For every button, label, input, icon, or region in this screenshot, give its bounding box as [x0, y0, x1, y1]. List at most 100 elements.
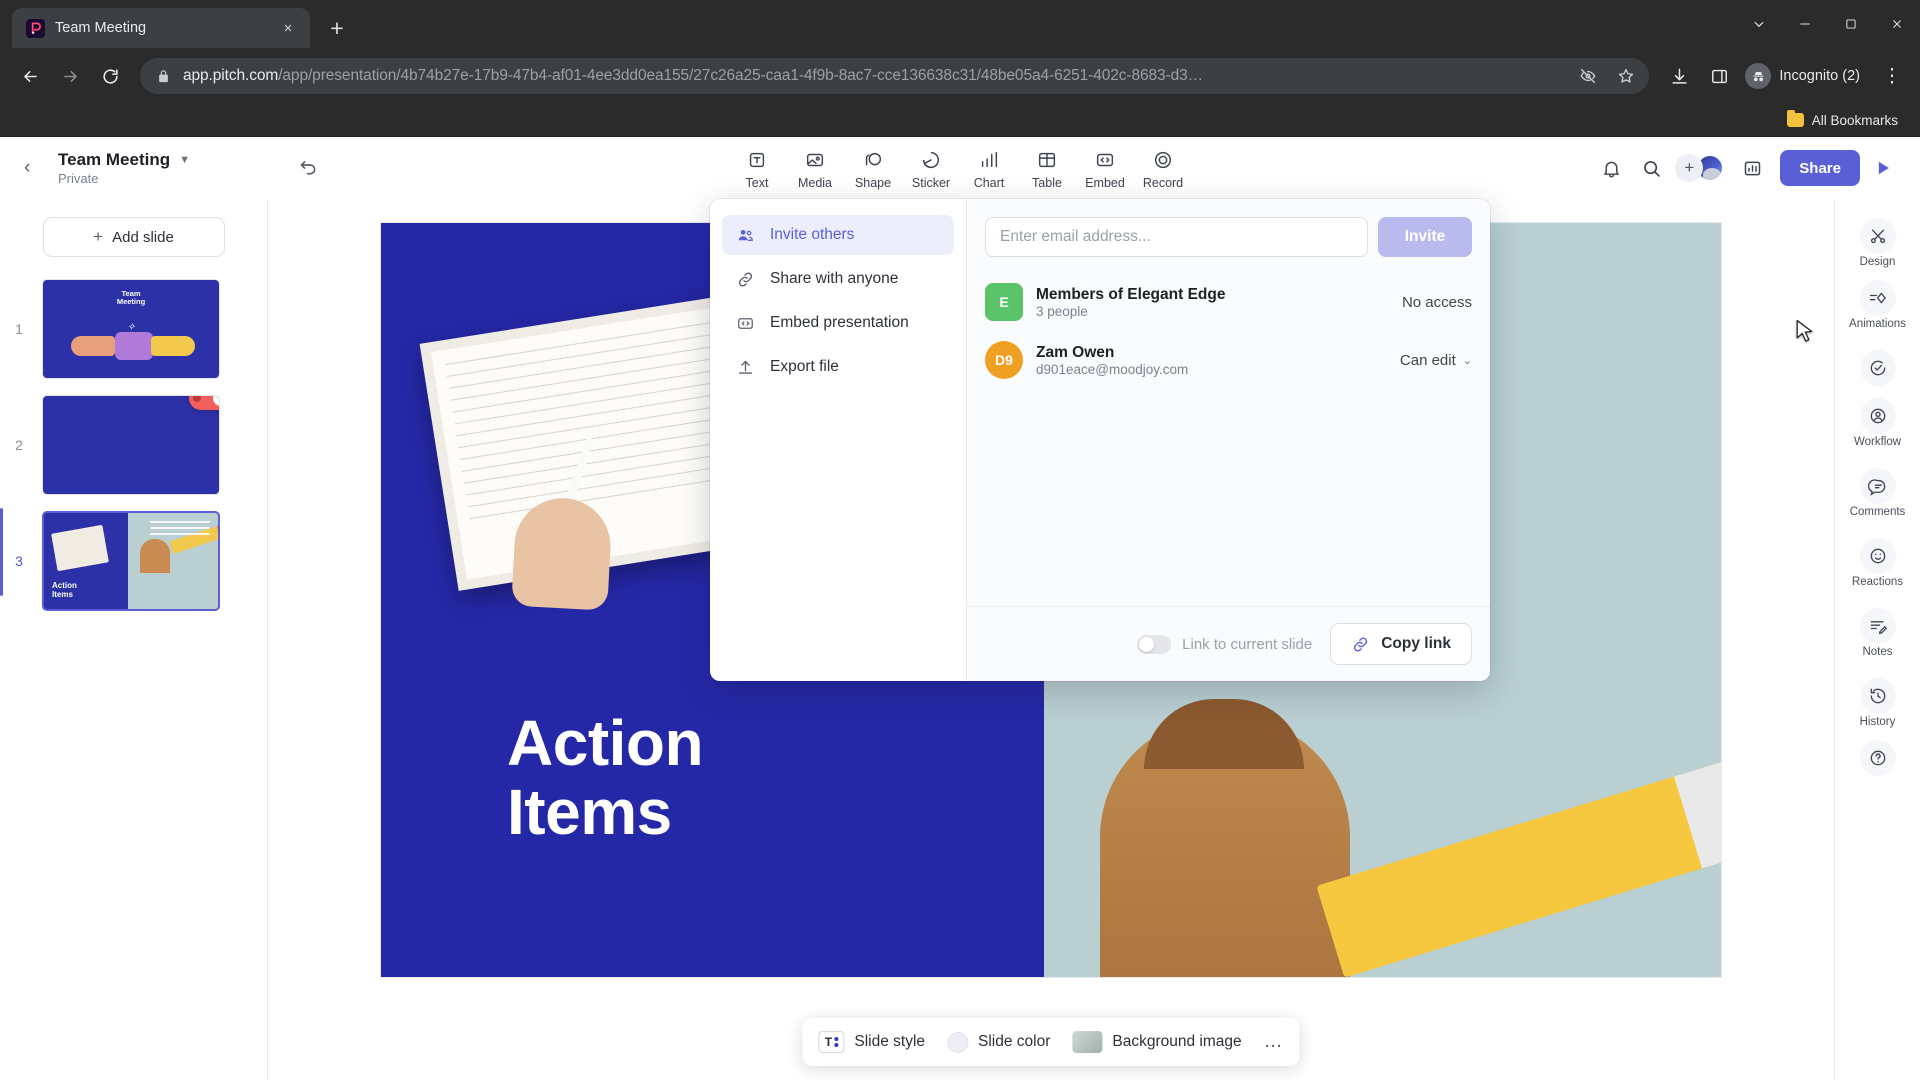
- share-menu-label: Export file: [770, 358, 839, 375]
- rail-item-workflow[interactable]: [1840, 345, 1916, 391]
- forward-arrow-icon[interactable]: [52, 58, 88, 94]
- rail-label: Comments: [1849, 506, 1906, 518]
- chevron-down-icon[interactable]: [1736, 0, 1782, 48]
- background-image-button[interactable]: Background image: [1072, 1031, 1242, 1053]
- play-icon[interactable]: [1864, 150, 1902, 186]
- slide-thumbnail-1[interactable]: 1 Team Meeting ✧: [6, 279, 267, 379]
- rail-item-reactions[interactable]: Reactions: [1840, 533, 1916, 593]
- rail-item-animations[interactable]: Animations: [1840, 275, 1916, 335]
- deck-title-row[interactable]: Team Meeting ▼: [58, 150, 190, 170]
- access-control[interactable]: Can edit ⌄: [1400, 352, 1472, 369]
- search-icon[interactable]: [1633, 150, 1669, 186]
- chevron-down-icon[interactable]: ▼: [179, 154, 190, 166]
- maximize-icon[interactable]: [1828, 0, 1874, 48]
- eye-slash-icon[interactable]: [1575, 63, 1601, 89]
- side-panel-icon[interactable]: [1701, 58, 1737, 94]
- slide-style-button[interactable]: T Slide style: [818, 1031, 925, 1053]
- rail-item-comments[interactable]: Comments: [1840, 463, 1916, 523]
- slide-number: 2: [15, 437, 23, 453]
- person-photo: [1100, 699, 1351, 977]
- share-menu-item-export-file[interactable]: Export file: [722, 347, 954, 387]
- list-item[interactable]: D9 Zam Owen d901eace@moodjoy.com Can edi…: [985, 331, 1472, 389]
- header-left: ‹ Team Meeting ▼ Private: [0, 150, 272, 186]
- access-control[interactable]: No access: [1402, 294, 1472, 311]
- share-menu-item-embed-presentation[interactable]: Embed presentation: [722, 303, 954, 343]
- lock-icon: [156, 69, 171, 84]
- copy-link-button[interactable]: Copy link: [1330, 623, 1472, 665]
- new-tab-button[interactable]: +: [320, 11, 354, 45]
- table-icon: [1035, 148, 1059, 172]
- close-icon[interactable]: ×: [276, 16, 300, 40]
- tool-embed[interactable]: Embed: [1076, 146, 1134, 190]
- person-sub: 3 people: [1036, 304, 1088, 320]
- share-menu-item-invite-others[interactable]: Invite others: [722, 215, 954, 255]
- share-popover: Invite others Share with anyone Embed pr…: [710, 199, 1490, 681]
- tool-record[interactable]: Record: [1134, 146, 1192, 190]
- tool-chart[interactable]: Chart: [960, 146, 1018, 190]
- rail-item-help[interactable]: [1840, 735, 1916, 781]
- link-to-current-slide-toggle[interactable]: Link to current slide: [1137, 634, 1312, 654]
- tool-sticker[interactable]: Sticker: [902, 146, 960, 190]
- address-bar[interactable]: app.pitch.com/app/presentation/4b74b27e-…: [140, 58, 1650, 94]
- kebab-menu-icon[interactable]: ⋮: [1876, 60, 1908, 92]
- download-icon[interactable]: [1661, 58, 1697, 94]
- bar-chart-icon: [977, 148, 1001, 172]
- tool-label: Embed: [1085, 176, 1125, 190]
- pencil-graphic: [1316, 759, 1721, 977]
- back-arrow-icon[interactable]: [12, 58, 48, 94]
- more-options-button[interactable]: …: [1264, 1031, 1284, 1053]
- slide-thumbnail-2[interactable]: 2: [6, 395, 267, 495]
- toggle-switch[interactable]: [1137, 634, 1172, 654]
- code-embed-icon: [1093, 148, 1117, 172]
- person-name: Members of Elegant Edge: [1036, 285, 1226, 303]
- slide-title[interactable]: Action Items: [507, 708, 704, 847]
- profile-button[interactable]: Incognito (2): [1741, 60, 1872, 92]
- window-close-icon[interactable]: [1874, 0, 1920, 48]
- page-title: Team Meeting: [58, 150, 171, 169]
- thumbnail-image: Action Items: [42, 511, 220, 611]
- slide-color-label: Slide color: [978, 1033, 1051, 1050]
- tool-media[interactable]: Media: [786, 146, 844, 190]
- rail-item-notes[interactable]: Notes: [1840, 603, 1916, 663]
- rail-label: Animations: [1849, 318, 1906, 330]
- share-button[interactable]: Share: [1780, 150, 1860, 186]
- slide-thumbnail-3[interactable]: 3 Action Items: [0, 508, 267, 611]
- code-icon: [734, 314, 756, 333]
- tool-shape[interactable]: Shape: [844, 146, 902, 190]
- share-menu-item-share-with-anyone[interactable]: Share with anyone: [722, 259, 954, 299]
- invite-button[interactable]: Invite: [1378, 217, 1472, 257]
- reload-icon[interactable]: [92, 58, 128, 94]
- slide-color-button[interactable]: Slide color: [947, 1031, 1051, 1053]
- browser-window: Team Meeting × + app.pitch.com/app/prese…: [0, 0, 1920, 1080]
- minimize-icon[interactable]: [1782, 0, 1828, 48]
- color-circle-icon: [947, 1031, 969, 1053]
- list-item[interactable]: E Members of Elegant Edge 3 people No ac…: [985, 273, 1472, 331]
- star-icon[interactable]: [1613, 63, 1639, 89]
- share-menu: Invite others Share with anyone Embed pr…: [710, 199, 966, 681]
- tab-strip: Team Meeting × +: [0, 0, 1920, 48]
- app-body: + Add slide 1 Team Meeting ✧ 2 3 Action …: [0, 199, 1920, 1080]
- add-slide-label: Add slide: [112, 228, 174, 246]
- rail-item-history[interactable]: History: [1840, 673, 1916, 733]
- chevron-left-icon[interactable]: ‹: [24, 157, 44, 179]
- add-slide-button[interactable]: + Add slide: [42, 217, 225, 257]
- all-bookmarks-button[interactable]: All Bookmarks: [1779, 110, 1906, 131]
- upload-icon: [734, 358, 756, 377]
- tool-label: Table: [1032, 176, 1062, 190]
- email-field[interactable]: Enter email address...: [985, 217, 1368, 257]
- undo-icon[interactable]: [290, 150, 326, 186]
- collaborator-avatars[interactable]: +: [1675, 154, 1725, 182]
- recording-toggle-badge[interactable]: [189, 396, 219, 410]
- chevron-down-icon[interactable]: ⌄: [1463, 354, 1472, 367]
- tool-text[interactable]: Text: [728, 146, 786, 190]
- record-icon: [1151, 148, 1175, 172]
- tool-table[interactable]: Table: [1018, 146, 1076, 190]
- browser-tab[interactable]: Team Meeting ×: [12, 8, 310, 48]
- url-path: /app/presentation/4b74b27e-17b9-47b4-af0…: [278, 67, 1204, 84]
- rail-item-workflow-person[interactable]: Workflow: [1840, 393, 1916, 453]
- person-name: Zam Owen: [1036, 343, 1115, 361]
- rail-item-design[interactable]: Design: [1840, 213, 1916, 273]
- analytics-icon[interactable]: [1734, 150, 1770, 186]
- bell-icon[interactable]: [1593, 150, 1629, 186]
- workflow-check-icon: [1859, 350, 1896, 386]
